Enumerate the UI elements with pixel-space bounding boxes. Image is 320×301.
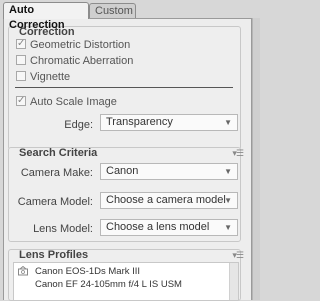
chevron-down-icon: ▼ — [224, 196, 232, 205]
edge-value: Transparency — [106, 116, 173, 128]
checkbox-box — [16, 71, 26, 81]
chromatic-aberration-checkbox[interactable]: Chromatic Aberration — [16, 54, 216, 68]
checkbox-label: Chromatic Aberration — [30, 55, 134, 67]
camera-model-select[interactable]: Choose a camera model ▼ — [100, 192, 238, 209]
tab-bar: Auto Correction Custom — [0, 0, 260, 31]
checkbox-label: Vignette — [30, 71, 71, 83]
checkbox-label: Auto Scale Image — [30, 96, 117, 108]
panel-menu-icon[interactable]: ▾☰ — [232, 148, 244, 159]
camera-make-select[interactable]: Canon ▼ — [100, 163, 238, 180]
check-icon: ✓ — [16, 95, 26, 106]
camera-model-value: Choose a camera model — [106, 194, 226, 206]
camera-model-label: Camera Model: — [17, 196, 93, 208]
lens-model-value: Choose a lens model — [106, 221, 210, 233]
chevron-down-icon: ▼ — [224, 167, 232, 176]
lens-profiles-list: Canon EOS-1Ds Mark III Canon EF 24-105mm… — [13, 262, 239, 300]
lens-profiles-title: Lens Profiles — [19, 249, 89, 261]
lens-profile-camera: Canon EOS-1Ds Mark III — [35, 266, 141, 277]
chevron-down-icon: ▼ — [224, 223, 232, 232]
auto-scale-image-checkbox[interactable]: ✓ Auto Scale Image — [16, 95, 216, 109]
panel-scrollbar[interactable] — [252, 18, 260, 300]
check-icon: ✓ — [16, 38, 26, 49]
tab-custom[interactable]: Custom — [89, 3, 136, 18]
edge-select[interactable]: Transparency ▼ — [100, 114, 238, 131]
tab-auto-correction[interactable]: Auto Correction — [3, 2, 89, 31]
lens-model-label: Lens Model: — [33, 223, 93, 235]
chevron-down-icon: ▼ — [224, 118, 232, 127]
camera-make-value: Canon — [106, 165, 139, 177]
geometric-distortion-checkbox[interactable]: ✓ Geometric Distortion — [16, 38, 216, 52]
list-scrollbar[interactable] — [229, 263, 238, 300]
panel-menu-icon[interactable]: ▾☰ — [232, 250, 244, 261]
vignette-checkbox[interactable]: Vignette — [16, 70, 216, 84]
edge-label: Edge: — [64, 119, 93, 131]
search-criteria-title: Search Criteria — [19, 147, 98, 159]
camera-make-label: Camera Make: — [20, 167, 93, 179]
checkbox-label: Geometric Distortion — [30, 39, 131, 51]
lens-profile-lens: Canon EF 24-105mm f/4 L IS USM — [35, 279, 182, 290]
camera-icon — [18, 266, 28, 276]
lens-model-select[interactable]: Choose a lens model ▼ — [100, 219, 238, 236]
section-divider — [15, 87, 233, 88]
checkbox-box — [16, 55, 26, 65]
